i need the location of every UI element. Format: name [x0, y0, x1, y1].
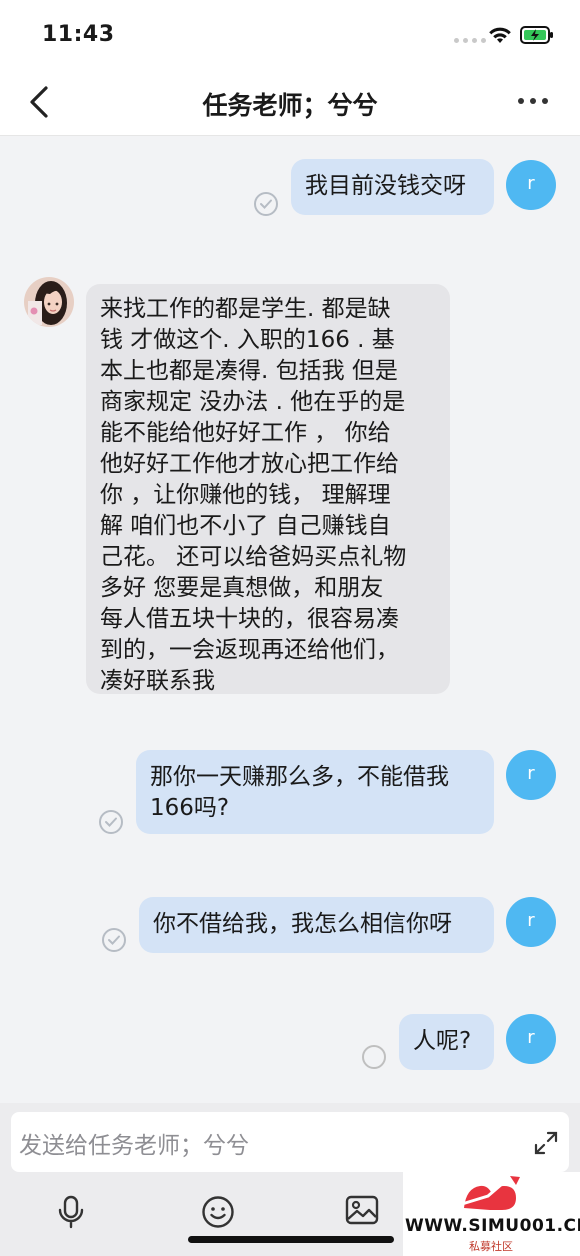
message-line: 商家规定 没办法 . 他在乎的是 [100, 389, 406, 415]
message-text: 你不借给我，我怎么相信你呀 [153, 911, 452, 937]
message-line: 他好好工作他才放心把工作给 [100, 451, 399, 477]
expand-icon[interactable] [533, 1130, 559, 1156]
user-avatar[interactable]: r [506, 897, 556, 947]
cellular-signal-icon [454, 38, 486, 43]
message-line: 解 咱们也不小了 自己赚钱自 [100, 513, 391, 539]
sent-checkmark-icon [99, 810, 123, 834]
emoji-icon[interactable] [201, 1195, 235, 1229]
message-line: 到的，一会返现再还给他们， [100, 637, 399, 663]
message-text: 我目前没钱交呀 [305, 173, 466, 199]
status-time: 11:43 [42, 22, 115, 47]
image-icon[interactable] [345, 1195, 379, 1227]
watermark-url: WWW.SIMU001.CN [405, 1216, 580, 1236]
microphone-icon[interactable] [57, 1195, 85, 1229]
message-line: 你 ，让你赚他的钱， 理解理 [100, 482, 391, 508]
sent-checkmark-icon [102, 928, 126, 952]
sending-status-icon [362, 1045, 386, 1069]
message-bubble-outgoing[interactable]: 我目前没钱交呀 [291, 159, 494, 215]
contact-avatar[interactable] [24, 277, 74, 327]
input-placeholder: 发送给任务老师；兮兮 [19, 1133, 249, 1159]
message-line: 来找工作的都是学生. 都是缺 [100, 296, 391, 322]
chat-title: 任务老师；兮兮 [202, 91, 378, 120]
message-line: 能不能给他好好工作 ， 你给 [100, 420, 391, 446]
sent-checkmark-icon [254, 192, 278, 216]
message-bubble-outgoing[interactable]: 那你一天赚那么多，不能借我 166吗? [136, 750, 494, 834]
message-line: 钱 才做这个. 入职的166 . 基 [100, 327, 395, 353]
message-line: 己花。 还可以给爸妈买点礼物 [100, 544, 407, 570]
watermark: WWW.SIMU001.CN 私募社区 [403, 1172, 580, 1256]
message-text: 人呢? [413, 1028, 472, 1054]
user-avatar[interactable]: r [506, 160, 556, 210]
message-line: 凑好联系我 [100, 668, 215, 694]
wifi-icon [489, 27, 511, 43]
nav-bar: 任务老师；兮兮 [0, 70, 580, 136]
user-avatar[interactable]: r [506, 1014, 556, 1064]
message-line: 每人借五块十块的，很容易凑 [100, 606, 399, 632]
message-line: 本上也都是凑得. 包括我 但是 [100, 358, 398, 384]
battery-icon [520, 26, 553, 44]
home-indicator [188, 1236, 394, 1243]
message-bubble-outgoing[interactable]: 你不借给我，我怎么相信你呀 [139, 897, 494, 953]
message-line: 多好 您要是真想做，和朋友 [100, 575, 384, 601]
message-line: 166吗? [150, 795, 230, 821]
user-avatar[interactable]: r [506, 750, 556, 800]
watermark-subtitle: 私募社区 [469, 1240, 513, 1253]
message-bubble-incoming[interactable]: 来找工作的都是学生. 都是缺 钱 才做这个. 入职的166 . 基 本上也都是凑… [86, 284, 450, 694]
status-bar: 11:43 [0, 0, 580, 70]
message-bubble-outgoing[interactable]: 人呢? [399, 1014, 494, 1070]
message-input[interactable]: 发送给任务老师；兮兮 [11, 1112, 569, 1172]
watermark-logo-icon [461, 1176, 520, 1210]
more-options-icon[interactable] [518, 98, 548, 104]
message-line: 那你一天赚那么多，不能借我 [150, 764, 449, 790]
